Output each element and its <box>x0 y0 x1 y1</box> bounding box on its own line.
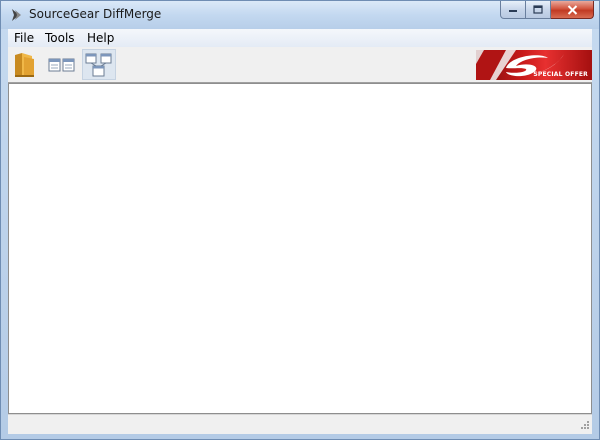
minimize-button[interactable] <box>500 1 526 19</box>
minimize-icon <box>509 9 517 12</box>
file-diff-button[interactable] <box>46 49 78 80</box>
open-folder-icon <box>15 52 34 77</box>
status-bar <box>8 414 592 434</box>
close-icon <box>567 4 577 15</box>
toolbar: SPECIAL OFFER <box>8 47 592 83</box>
menu-file[interactable]: File <box>11 30 37 46</box>
file-diff-icon <box>48 58 75 71</box>
menu-help[interactable]: Help <box>84 30 117 46</box>
open-folder-button[interactable] <box>10 49 40 80</box>
menu-tools[interactable]: Tools <box>42 30 78 46</box>
file-merge-button[interactable] <box>82 49 116 80</box>
diffmerge-app-icon <box>12 9 21 21</box>
maximize-icon <box>533 5 543 14</box>
window-title: SourceGear DiffMerge <box>29 7 162 21</box>
caption-buttons <box>500 1 594 21</box>
close-button[interactable] <box>551 1 594 19</box>
app-window: SourceGear DiffMerge File Tools Help SPE… <box>0 0 600 440</box>
special-offer-banner[interactable]: SPECIAL OFFER <box>476 50 592 80</box>
maximize-button[interactable] <box>526 1 551 19</box>
main-content-area[interactable] <box>8 83 592 414</box>
resize-grip-icon[interactable] <box>578 420 590 432</box>
file-merge-icon <box>85 53 112 76</box>
menu-bar: File Tools Help <box>8 29 592 48</box>
special-offer-text: SPECIAL OFFER <box>533 71 588 78</box>
title-bar[interactable]: SourceGear DiffMerge <box>1 1 599 29</box>
